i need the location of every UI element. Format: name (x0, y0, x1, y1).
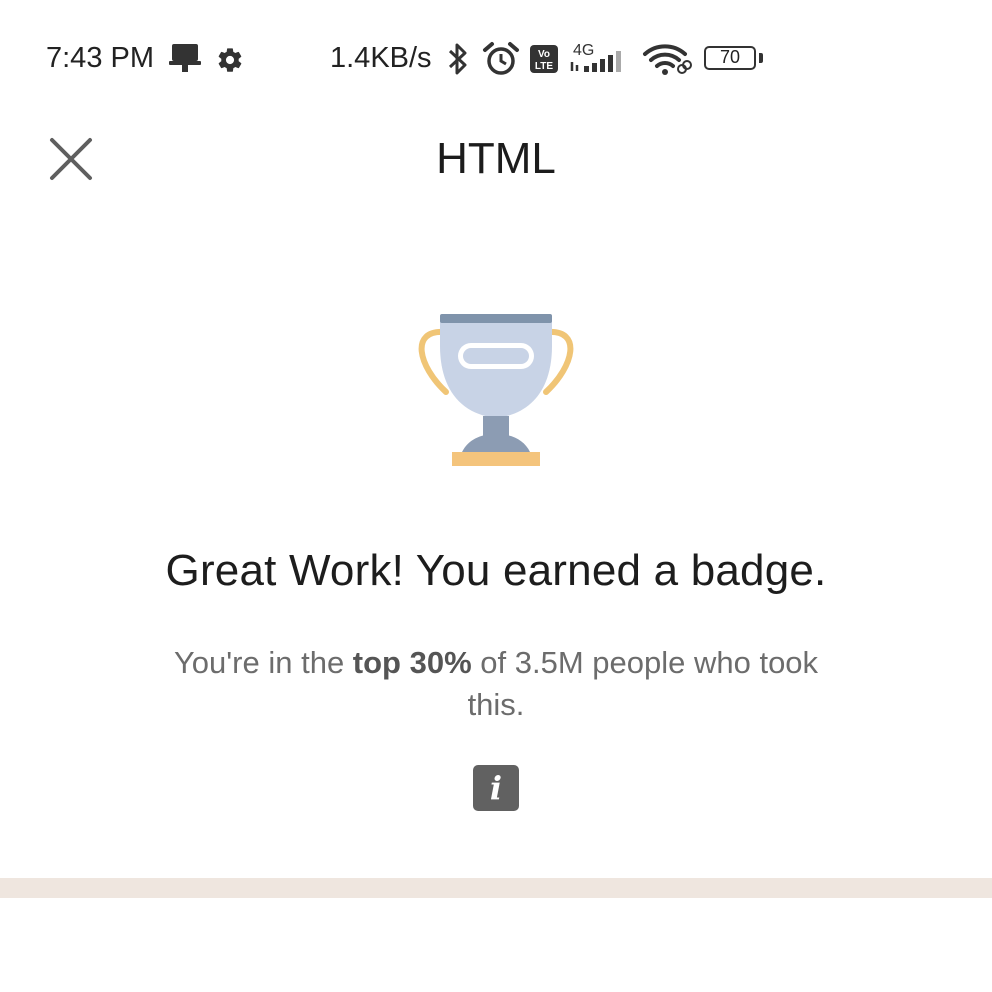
trophy-icon (418, 314, 574, 466)
volte-icon: Vo LTE (530, 45, 558, 73)
signal-icon: 4G (570, 42, 621, 72)
svg-text:Vo: Vo (538, 49, 550, 60)
info-button[interactable]: i (473, 765, 519, 811)
wifi-icon (643, 44, 692, 75)
battery-icon: 70 (704, 46, 756, 70)
alarm-icon (483, 42, 519, 75)
bluetooth-icon (448, 43, 467, 75)
svg-text:LTE: LTE (535, 61, 553, 72)
percentile-text-post: of 3.5M people who took this. (467, 645, 819, 722)
gear-icon (218, 48, 242, 72)
battery-tip (759, 53, 763, 63)
section-divider (0, 878, 992, 898)
network-type: 4G (573, 42, 594, 59)
status-bar: 7:43 PM 1.4KB/s Vo LTE 4G 70 (0, 0, 992, 120)
page-title: HTML (436, 134, 556, 183)
percentile-highlight: top 30% (352, 645, 472, 680)
notification-icon (169, 44, 201, 72)
status-time: 7:43 PM (46, 42, 154, 74)
status-net-speed: 1.4KB/s (330, 42, 432, 74)
percentile-text-pre: You're in the (173, 645, 353, 680)
info-icon: i (489, 769, 503, 807)
battery-level: 70 (719, 47, 741, 67)
badge-headline: Great Work! You earned a badge. (165, 546, 827, 595)
percentile-text: You're in the top 30% of 3.5M people who… (146, 642, 846, 726)
